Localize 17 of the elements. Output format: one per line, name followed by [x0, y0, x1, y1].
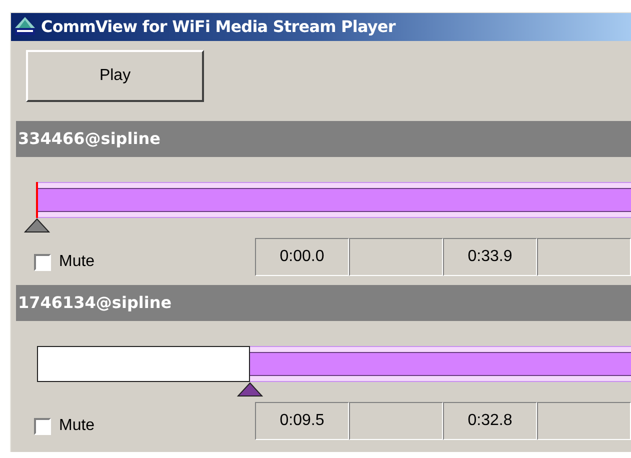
- position-marker[interactable]: [24, 218, 50, 233]
- timeline-track[interactable]: [37, 346, 631, 382]
- time-field: 0:32.8: [443, 402, 537, 440]
- stream-name: 1746134@sipline: [18, 292, 172, 314]
- time-field: 0:09.5: [255, 402, 349, 440]
- checkbox-label: Mute: [59, 252, 95, 272]
- mute-checkbox[interactable]: [34, 254, 51, 270]
- play-button[interactable]: Play: [26, 50, 204, 102]
- timeline-track[interactable]: [37, 182, 631, 218]
- window-title: CommView for WiFi Media Stream Player: [41, 16, 396, 38]
- stream-name: 334466@sipline: [18, 128, 160, 150]
- app-icon: [13, 16, 37, 38]
- checkbox-label: Mute: [59, 416, 95, 436]
- time-field: 0:00.0: [255, 238, 349, 276]
- cursor-line: [36, 182, 38, 218]
- mute-checkbox[interactable]: [34, 418, 51, 434]
- time-field: 0:33.9: [443, 238, 537, 276]
